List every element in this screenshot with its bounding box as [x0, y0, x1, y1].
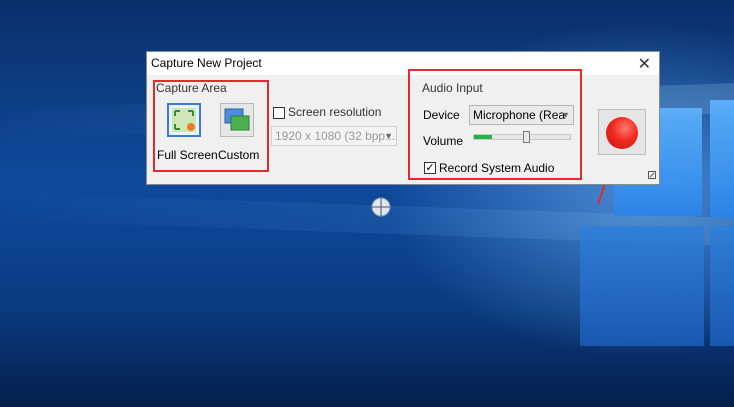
record-system-audio-checkbox[interactable]: ✓: [424, 162, 436, 174]
screen-resolution-label: Screen resolution: [288, 105, 382, 119]
logo-pane: [710, 226, 734, 346]
resolution-value: 1920 x 1080 (32 bpp...: [275, 129, 396, 143]
volume-slider-thumb[interactable]: [523, 131, 530, 143]
logo-pane: [710, 100, 734, 218]
device-label: Device: [423, 108, 460, 122]
dialog-title: Capture New Project: [151, 56, 262, 70]
full-screen-icon: [172, 108, 196, 132]
record-icon: [606, 117, 638, 149]
device-value: Microphone (Rea: [473, 108, 566, 122]
logo-pane: [580, 226, 704, 346]
resize-grip-icon[interactable]: [648, 171, 656, 179]
audio-input-label: Audio Input: [422, 81, 483, 95]
record-button[interactable]: [598, 109, 646, 155]
record-system-audio-label: Record System Audio: [439, 161, 555, 175]
capture-area-label: Capture Area: [156, 81, 227, 95]
dialog-titlebar: Capture New Project ✕: [147, 52, 659, 75]
volume-level-fill: [474, 135, 492, 139]
crosshair-cursor-icon: [371, 197, 391, 217]
chevron-down-icon: ▼: [561, 110, 570, 120]
capture-new-project-dialog: Capture New Project ✕ Capture Area Full …: [146, 51, 660, 185]
full-screen-button[interactable]: [167, 103, 201, 137]
resolution-dropdown[interactable]: 1920 x 1080 (32 bpp... ▼: [271, 126, 397, 146]
custom-button[interactable]: [220, 103, 254, 137]
full-screen-label: Full Screen: [157, 148, 218, 162]
volume-slider[interactable]: [473, 134, 571, 140]
volume-label: Volume: [423, 134, 464, 148]
device-dropdown[interactable]: Microphone (Rea ▼: [469, 105, 574, 125]
chevron-down-icon: ▼: [384, 131, 393, 141]
screen-resolution-checkbox[interactable]: [273, 107, 285, 119]
close-icon[interactable]: ✕: [638, 54, 651, 74]
custom-region-icon: [224, 108, 250, 131]
custom-label: Custom: [218, 148, 260, 162]
